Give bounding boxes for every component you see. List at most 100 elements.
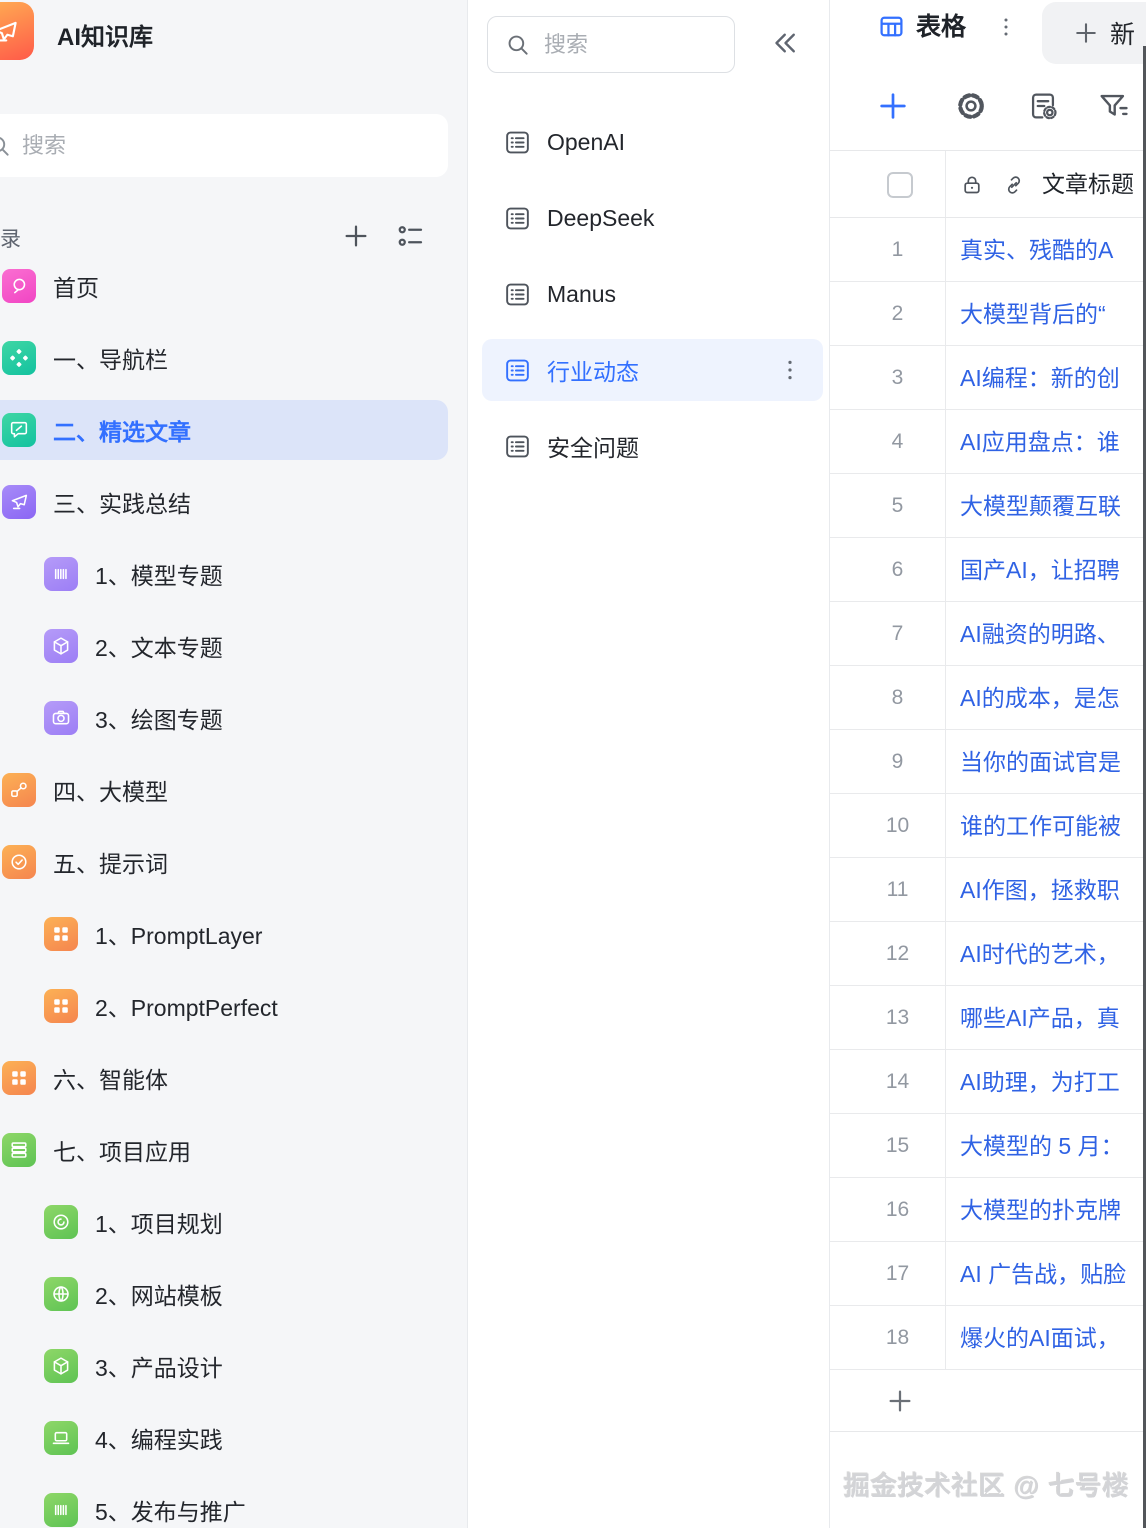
title-cell: AI编程：新的创 <box>946 346 1146 409</box>
sidebar-item-label: 3、绘图专题 <box>95 701 223 735</box>
sidebar-item-label: 首页 <box>53 269 99 303</box>
row-number: 11 <box>830 858 965 922</box>
table-row[interactable]: 17 AI 广告战，贴脸 <box>830 1242 1146 1306</box>
article-title-link[interactable]: 大模型的扑克牌 <box>960 1197 1121 1223</box>
select-all-checkbox[interactable] <box>887 172 913 198</box>
doc-search-input[interactable]: 搜索 <box>487 16 735 73</box>
table-doc-icon <box>504 433 531 460</box>
table-row[interactable]: 10 谁的工作可能被 <box>830 794 1146 858</box>
doc-item[interactable]: DeepSeek <box>482 187 823 249</box>
article-title-link[interactable]: AI助理，为打工 <box>960 1069 1120 1095</box>
plus-icon <box>885 1386 915 1416</box>
sidebar-item[interactable]: 3、绘图专题 <box>0 688 448 748</box>
add-view-tab[interactable]: 新 <box>1042 2 1146 64</box>
sidebar-item[interactable]: 4、编程实践 <box>0 1408 448 1468</box>
table-row[interactable]: 11 AI作图，拯救职 <box>830 858 1146 922</box>
sidebar-item-label: 1、模型专题 <box>95 557 223 591</box>
article-title-link[interactable]: AI的成本，是怎 <box>960 685 1120 711</box>
article-title-link[interactable]: 谁的工作可能被 <box>960 813 1121 839</box>
table-row[interactable]: 5 大模型颠覆互联 <box>830 474 1146 538</box>
sidebar-item-icon <box>44 1205 78 1239</box>
sidebar-item[interactable]: 1、PromptLayer <box>0 904 448 964</box>
field-config-icon[interactable] <box>1026 89 1060 123</box>
sidebar-item-icon <box>2 1061 36 1095</box>
table-row[interactable]: 9 当你的面试官是 <box>830 730 1146 794</box>
doc-item[interactable]: 安全问题 <box>482 415 823 477</box>
article-title-link[interactable]: AI融资的明路、 <box>960 621 1120 647</box>
doc-item-label: DeepSeek <box>547 205 654 232</box>
sidebar-item[interactable]: 四、大模型 <box>0 760 448 820</box>
table-doc-icon <box>504 205 531 232</box>
column-header-title[interactable]: 文章标题 <box>1042 151 1134 217</box>
article-title-link[interactable]: 国产AI，让招聘 <box>960 557 1120 583</box>
article-title-link[interactable]: AI时代的艺术， <box>960 941 1120 967</box>
row-number: 2 <box>830 282 965 346</box>
sidebar-item-label: 1、PromptLayer <box>95 917 262 951</box>
table-header-row: 文章标题 <box>830 150 1146 218</box>
title-cell: 爆火的AI面试， <box>946 1306 1146 1369</box>
table-row[interactable]: 15 大模型的 5 月： <box>830 1114 1146 1178</box>
sidebar-search-input[interactable]: 搜索 <box>0 114 448 177</box>
table-row[interactable]: 6 国产AI，让招聘 <box>830 538 1146 602</box>
article-title-link[interactable]: 当你的面试官是 <box>960 749 1121 775</box>
article-title-link[interactable]: 大模型颠覆互联 <box>960 493 1121 519</box>
sidebar-item-label: 2、网站模板 <box>95 1277 223 1311</box>
app-title: AI知识库 <box>57 17 153 52</box>
sidebar-item[interactable]: 2、文本专题 <box>0 616 448 676</box>
title-cell: AI助理，为打工 <box>946 1050 1146 1113</box>
doc-item-label: Manus <box>547 281 616 308</box>
table-row[interactable]: 12 AI时代的艺术， <box>830 922 1146 986</box>
sidebar-item[interactable]: 三、实践总结 <box>0 472 448 532</box>
table-row[interactable]: 2 大模型背后的“ <box>830 282 1146 346</box>
sidebar-item[interactable]: 3、产品设计 <box>0 1336 448 1396</box>
sidebar-item[interactable]: 5、发布与推广 <box>0 1480 448 1528</box>
article-title-link[interactable]: AI作图，拯救职 <box>960 877 1120 903</box>
sidebar-item[interactable]: 一、导航栏 <box>0 328 448 388</box>
table-row[interactable]: 16 大模型的扑克牌 <box>830 1178 1146 1242</box>
article-title-link[interactable]: AI 广告战，贴脸 <box>960 1261 1126 1287</box>
view-menu-icon[interactable] <box>993 14 1019 40</box>
doc-item[interactable]: OpenAI <box>482 111 823 173</box>
sidebar-item-icon <box>44 1277 78 1311</box>
settings-gear-icon[interactable] <box>954 89 988 123</box>
sidebar-item[interactable]: 七、项目应用 <box>0 1120 448 1180</box>
title-cell: AI融资的明路、 <box>946 602 1146 665</box>
article-title-link[interactable]: 真实、残酷的A <box>960 237 1113 263</box>
collapse-panel-button[interactable] <box>766 25 802 61</box>
table-row[interactable]: 1 真实、残酷的A <box>830 218 1146 282</box>
table-row[interactable]: 3 AI编程：新的创 <box>830 346 1146 410</box>
sidebar-item[interactable]: 2、PromptPerfect <box>0 976 448 1036</box>
view-tab-label[interactable]: 表格 <box>916 0 966 54</box>
sidebar-item[interactable]: 2、网站模板 <box>0 1264 448 1324</box>
table-row[interactable]: 4 AI应用盘点：谁 <box>830 410 1146 474</box>
table-row[interactable]: 14 AI助理，为打工 <box>830 1050 1146 1114</box>
search-icon <box>0 133 12 159</box>
more-menu-icon[interactable] <box>777 357 803 383</box>
article-title-link[interactable]: 爆火的AI面试， <box>960 1325 1120 1351</box>
sidebar-item[interactable]: 1、项目规划 <box>0 1192 448 1252</box>
doc-item[interactable]: 行业动态 <box>482 339 823 401</box>
add-page-button[interactable] <box>341 221 371 251</box>
table-row[interactable]: 18 爆火的AI面试， <box>830 1306 1146 1370</box>
sidebar-item[interactable]: 首页 <box>0 256 448 316</box>
title-cell: 国产AI，让招聘 <box>946 538 1146 601</box>
sidebar-item[interactable]: 1、模型专题 <box>0 544 448 604</box>
table-row[interactable]: 13 哪些AI产品，真 <box>830 986 1146 1050</box>
table-row[interactable]: 7 AI融资的明路、 <box>830 602 1146 666</box>
add-field-button[interactable] <box>876 89 910 123</box>
article-title-link[interactable]: AI应用盘点：谁 <box>960 429 1120 455</box>
article-title-link[interactable]: 哪些AI产品，真 <box>960 1005 1120 1031</box>
doc-item[interactable]: Manus <box>482 263 823 325</box>
title-cell: AI的成本，是怎 <box>946 666 1146 729</box>
sidebar-item[interactable]: 五、提示词 <box>0 832 448 892</box>
article-title-link[interactable]: 大模型的 5 月： <box>960 1133 1124 1159</box>
article-title-link[interactable]: AI编程：新的创 <box>960 365 1120 391</box>
sidebar-item[interactable]: 六、智能体 <box>0 1048 448 1108</box>
directory-settings-button[interactable] <box>396 221 426 251</box>
sidebar-item-label: 3、产品设计 <box>95 1349 223 1383</box>
add-record-row[interactable] <box>830 1370 1146 1432</box>
table-row[interactable]: 8 AI的成本，是怎 <box>830 666 1146 730</box>
article-title-link[interactable]: 大模型背后的“ <box>960 301 1106 327</box>
sidebar-item[interactable]: 二、精选文章 <box>0 400 448 460</box>
filter-icon[interactable] <box>1096 89 1130 123</box>
